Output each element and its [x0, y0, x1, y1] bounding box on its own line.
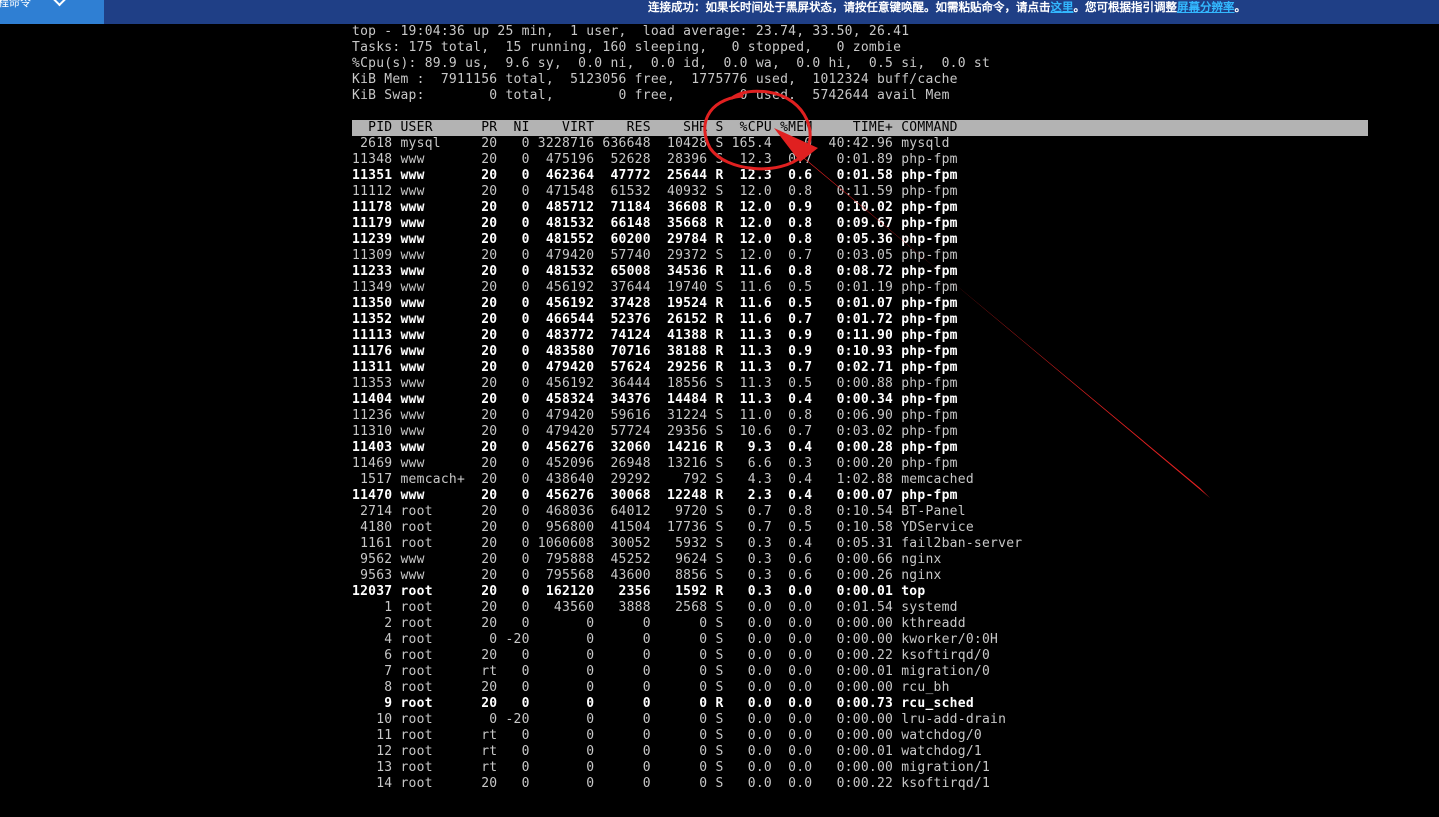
process-row: 13 root rt 0 0 0 0 S 0.0 0.0 0:00.00 mig… [352, 760, 991, 775]
top-toolbar: 程命令 连接成功：如果长时间处于黑屏状态，请按任意键唤醒。如需粘贴命令，请点击这… [0, 0, 1439, 24]
process-row: 11311 www 20 0 479420 57624 29256 R 11.3… [352, 360, 958, 375]
process-row: 9 root 20 0 0 0 0 R 0.0 0.0 0:00.73 rcu_… [352, 696, 974, 711]
process-row: 11112 www 20 0 471548 61532 40932 S 12.0… [352, 184, 958, 199]
process-row: 4180 root 20 0 956800 41504 17736 S 0.7 … [352, 520, 974, 535]
resolution-link[interactable]: 屏幕分辨率 [1177, 2, 1235, 14]
process-row: 11 root rt 0 0 0 0 S 0.0 0.0 0:00.00 wat… [352, 728, 982, 743]
process-list: 2618 mysql 20 0 3228716 636648 10428 S 1… [352, 136, 1368, 792]
process-row: 9562 www 20 0 795888 45252 9624 S 0.3 0.… [352, 552, 942, 567]
summary-cpu: %Cpu(s): 89.9 us, 9.6 sy, 0.0 ni, 0.0 id… [352, 56, 991, 71]
summary-swap: KiB Swap: 0 total, 0 free, 0 used. 57426… [352, 88, 950, 103]
connection-notice: 连接成功：如果长时间处于黑屏状态，请按任意键唤醒。如需粘贴命令，请点击这里。您可… [648, 0, 1246, 16]
command-menu-label: 程命令 [0, 0, 31, 9]
notice-end: 。 [1234, 2, 1247, 14]
process-row: 2 root 20 0 0 0 0 S 0.0 0.0 0:00.00 kthr… [352, 616, 966, 631]
process-row: 6 root 20 0 0 0 0 S 0.0 0.0 0:00.22 ksof… [352, 648, 991, 663]
process-row: 12 root rt 0 0 0 0 S 0.0 0.0 0:00.01 wat… [352, 744, 982, 759]
process-row: 2618 mysql 20 0 3228716 636648 10428 S 1… [352, 136, 950, 151]
process-row: 11351 www 20 0 462364 47772 25644 R 12.3… [352, 168, 958, 183]
process-row: 11233 www 20 0 481532 65008 34536 R 11.6… [352, 264, 958, 279]
process-row: 11470 www 20 0 456276 30068 12248 R 2.3 … [352, 488, 958, 503]
command-menu-button[interactable]: 程命令 [0, 0, 104, 24]
paste-here-link[interactable]: 这里 [1051, 2, 1074, 14]
process-row: 11113 www 20 0 483772 74124 41388 R 11.3… [352, 328, 958, 343]
process-row: 11310 www 20 0 479420 57724 29356 S 10.6… [352, 424, 958, 439]
summary-mem: KiB Mem : 7911156 total, 5123056 free, 1… [352, 72, 958, 87]
process-row: 11309 www 20 0 479420 57740 29372 S 12.0… [352, 248, 958, 263]
process-row: 11178 www 20 0 485712 71184 36608 R 12.0… [352, 200, 958, 215]
process-row: 10 root 0 -20 0 0 0 S 0.0 0.0 0:00.00 lr… [352, 712, 1007, 727]
process-row: 11353 www 20 0 456192 36444 18556 S 11.3… [352, 376, 958, 391]
process-row: 11348 www 20 0 475196 52628 28396 S 12.3… [352, 152, 958, 167]
process-row: 11349 www 20 0 456192 37644 19740 S 11.6… [352, 280, 958, 295]
process-row: 11352 www 20 0 466544 52376 26152 R 11.6… [352, 312, 958, 327]
process-row: 1161 root 20 0 1060608 30052 5932 S 0.3 … [352, 536, 1023, 551]
summary-uptime: top - 19:04:36 up 25 min, 1 user, load a… [352, 24, 910, 39]
process-row: 11404 www 20 0 458324 34376 14484 R 11.3… [352, 392, 958, 407]
notice-mid: 。您可根据指引调整 [1073, 2, 1178, 14]
process-row: 11176 www 20 0 483580 70716 38188 R 11.3… [352, 344, 958, 359]
process-row: 11469 www 20 0 452096 26948 13216 S 6.6 … [352, 456, 958, 471]
process-table-header: PID USER PR NI VIRT RES SHR S %CPU %MEM … [352, 120, 1368, 136]
process-row: 11179 www 20 0 481532 66148 35668 R 12.0… [352, 216, 958, 231]
process-row: 12037 root 20 0 162120 2356 1592 R 0.3 0… [352, 584, 926, 599]
process-row: 4 root 0 -20 0 0 0 S 0.0 0.0 0:00.00 kwo… [352, 632, 999, 647]
process-row: 1 root 20 0 43560 3888 2568 S 0.0 0.0 0:… [352, 600, 958, 615]
terminal-screen[interactable]: top - 19:04:36 up 25 min, 1 user, load a… [352, 24, 1368, 817]
process-row: 14 root 20 0 0 0 0 S 0.0 0.0 0:00.22 kso… [352, 776, 991, 791]
chevron-down-icon [51, 0, 68, 7]
process-row: 11403 www 20 0 456276 32060 14216 R 9.3 … [352, 440, 958, 455]
process-row: 8 root 20 0 0 0 0 S 0.0 0.0 0:00.00 rcu_… [352, 680, 950, 695]
process-row: 11236 www 20 0 479420 59616 31224 S 11.0… [352, 408, 958, 423]
notice-text: 连接成功：如果长时间处于黑屏状态，请按任意键唤醒。如需粘贴命令，请点击 [648, 2, 1051, 14]
process-row: 11239 www 20 0 481552 60200 29784 R 12.0… [352, 232, 958, 247]
process-row: 1517 memcach+ 20 0 438640 29292 792 S 4.… [352, 472, 974, 487]
process-row: 7 root rt 0 0 0 0 S 0.0 0.0 0:00.01 migr… [352, 664, 991, 679]
process-row: 2714 root 20 0 468036 64012 9720 S 0.7 0… [352, 504, 966, 519]
summary-tasks: Tasks: 175 total, 15 running, 160 sleepi… [352, 40, 902, 55]
process-row: 11350 www 20 0 456192 37428 19524 R 11.6… [352, 296, 958, 311]
process-row: 9563 www 20 0 795568 43600 8856 S 0.3 0.… [352, 568, 942, 583]
